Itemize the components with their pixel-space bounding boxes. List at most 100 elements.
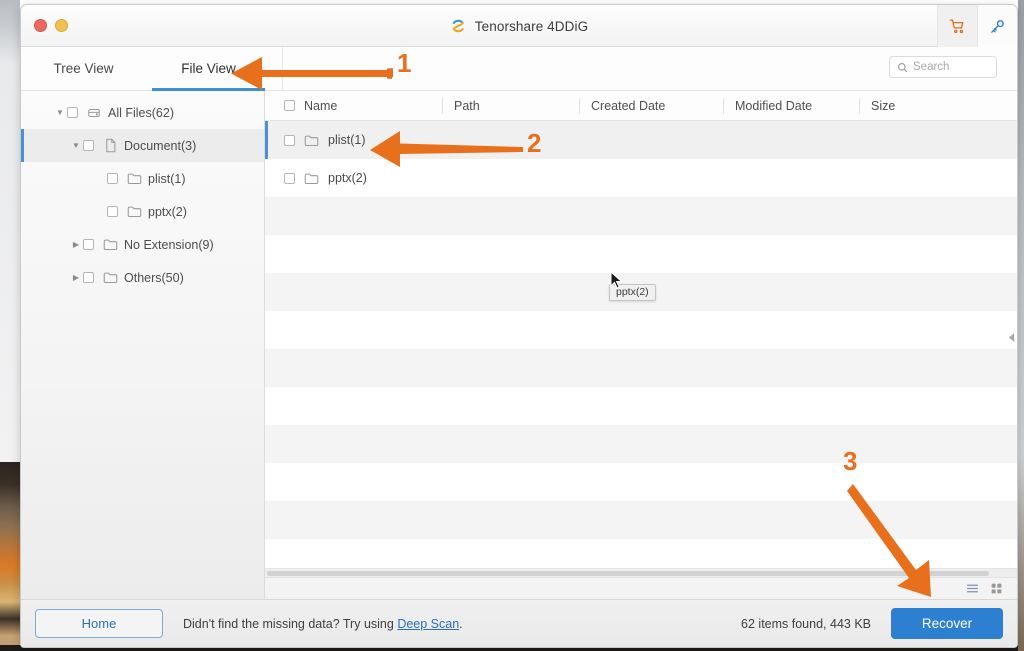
search-icon: [898, 62, 908, 72]
chevron-right-icon[interactable]: ▶: [69, 273, 83, 282]
column-header-modified-date[interactable]: Modified Date: [723, 91, 859, 121]
column-header-modified-date-label: Modified Date: [735, 98, 813, 113]
table-row-empty: [265, 235, 1017, 273]
sidebar-tree: ▼ All Files(62) ▼ Document(3) plist(1) p…: [21, 91, 265, 599]
4ddig-logo-icon: [452, 19, 464, 33]
file-list-pane: Name Path Created Date Modified Date Siz…: [265, 91, 1017, 599]
table-row-empty: [265, 387, 1017, 425]
sidebar-item-no-extension[interactable]: ▶ No Extension(9): [21, 228, 264, 261]
table-row-empty: [265, 311, 1017, 349]
horizontal-scrollbar[interactable]: [265, 568, 1017, 577]
deep-scan-hint-suffix: .: [459, 616, 463, 631]
checkbox-others[interactable]: [83, 272, 94, 283]
folder-icon: [304, 172, 319, 185]
sidebar-item-document-label: Document(3): [124, 138, 197, 153]
search-box[interactable]: [889, 56, 997, 78]
sidebar-item-plist-label: plist(1): [148, 171, 186, 186]
column-header-name[interactable]: Name: [265, 91, 442, 121]
view-toolbar: Tree View File View: [21, 46, 1017, 91]
table-row-empty: [265, 425, 1017, 463]
home-button[interactable]: Home: [35, 609, 163, 638]
home-button-label: Home: [81, 616, 117, 631]
sidebar-item-pptx[interactable]: pptx(2): [21, 195, 264, 228]
column-header-path-label: Path: [454, 98, 480, 113]
cart-icon[interactable]: [937, 5, 977, 47]
grid-view-icon[interactable]: [990, 582, 1003, 595]
view-tabs: Tree View File View: [21, 47, 271, 91]
sidebar-item-others-label: Others(50): [124, 270, 184, 285]
desktop-right-edge: [1018, 0, 1024, 651]
toolbar-divider: [282, 46, 283, 91]
desktop-wallpaper-sliver: [0, 462, 20, 651]
file-name-cell: plist(1): [328, 133, 366, 147]
footer-bar: Home Didn't find the missing data? Try u…: [21, 599, 1017, 647]
checkbox-select-all[interactable]: [284, 100, 295, 111]
chevron-down-icon[interactable]: ▼: [69, 141, 83, 150]
folder-icon: [102, 238, 118, 251]
window-controls: [34, 19, 68, 32]
sidebar-item-others[interactable]: ▶ Others(50): [21, 261, 264, 294]
sidebar-item-plist[interactable]: plist(1): [21, 162, 264, 195]
checkbox-pptx[interactable]: [107, 206, 118, 217]
checkbox-no-extension[interactable]: [83, 239, 94, 250]
column-header-name-label: Name: [304, 98, 338, 113]
items-found-status: 62 items found, 443 KB: [741, 616, 871, 631]
column-header-size[interactable]: Size: [859, 91, 999, 121]
table-row-empty: [265, 197, 1017, 235]
checkbox-row-plist[interactable]: [284, 134, 295, 146]
table-row[interactable]: plist(1): [265, 121, 1017, 159]
table-row-empty: [265, 501, 1017, 539]
title-bar-actions: [937, 5, 1017, 47]
desktop-left-band: [0, 0, 20, 462]
tab-file-view-label: File View: [181, 61, 236, 76]
drive-icon: [86, 106, 102, 120]
file-list-header: Name Path Created Date Modified Date Siz…: [265, 91, 1017, 121]
scrollbar-thumb[interactable]: [267, 571, 989, 576]
table-row-empty: [265, 463, 1017, 501]
sidebar-item-all-files[interactable]: ▼ All Files(62): [21, 96, 264, 129]
close-button[interactable]: [34, 19, 47, 32]
column-header-size-label: Size: [871, 98, 896, 113]
folder-icon: [126, 205, 142, 218]
key-icon[interactable]: [977, 5, 1017, 47]
chevron-down-icon[interactable]: ▼: [53, 108, 67, 117]
minimize-button[interactable]: [55, 19, 68, 32]
deep-scan-hint-prefix: Didn't find the missing data? Try using: [183, 616, 398, 631]
tab-tree-view-label: Tree View: [53, 61, 114, 76]
search-input[interactable]: [913, 61, 985, 73]
title-bar: Tenorshare 4DDiG: [21, 5, 1017, 47]
folder-icon: [126, 172, 142, 185]
sidebar-item-pptx-label: pptx(2): [148, 204, 187, 219]
recover-button-label: Recover: [921, 616, 973, 631]
mouse-cursor: [610, 270, 623, 294]
deep-scan-hint: Didn't find the missing data? Try using …: [183, 617, 463, 631]
view-mode-bar: [265, 577, 1017, 599]
folder-icon: [102, 271, 118, 284]
chevron-right-icon[interactable]: ▶: [69, 240, 83, 249]
checkbox-row-pptx[interactable]: [284, 172, 295, 184]
list-view-icon[interactable]: [966, 582, 979, 595]
table-row[interactable]: pptx(2): [265, 159, 1017, 197]
sidebar-item-no-extension-label: No Extension(9): [124, 237, 214, 252]
recover-button[interactable]: Recover: [891, 608, 1003, 639]
title-center-group: Tenorshare 4DDiG: [21, 5, 1017, 47]
table-row-empty: [265, 349, 1017, 387]
sidebar-item-document[interactable]: ▼ Document(3): [21, 129, 264, 162]
deep-scan-link[interactable]: Deep Scan: [397, 617, 459, 631]
tab-tree-view[interactable]: Tree View: [21, 47, 146, 91]
folder-icon: [304, 134, 319, 147]
checkbox-plist[interactable]: [107, 173, 118, 184]
column-header-created-date-label: Created Date: [591, 98, 666, 113]
file-icon: [102, 138, 118, 153]
file-list-rows: plist(1) pptx(2): [265, 121, 1017, 576]
checkbox-all-files[interactable]: [67, 107, 78, 118]
column-header-created-date[interactable]: Created Date: [579, 91, 723, 121]
sidebar-item-all-files-label: All Files(62): [108, 105, 174, 120]
tab-file-view[interactable]: File View: [146, 47, 271, 91]
column-header-path[interactable]: Path: [442, 91, 579, 121]
checkbox-document[interactable]: [83, 140, 94, 151]
chevron-left-icon[interactable]: [1006, 323, 1016, 351]
main-content: ▼ All Files(62) ▼ Document(3) plist(1) p…: [21, 91, 1017, 599]
application-window: Tenorshare 4DDiG Tree View File View Sea…: [20, 4, 1018, 648]
file-name-cell: pptx(2): [328, 171, 367, 185]
